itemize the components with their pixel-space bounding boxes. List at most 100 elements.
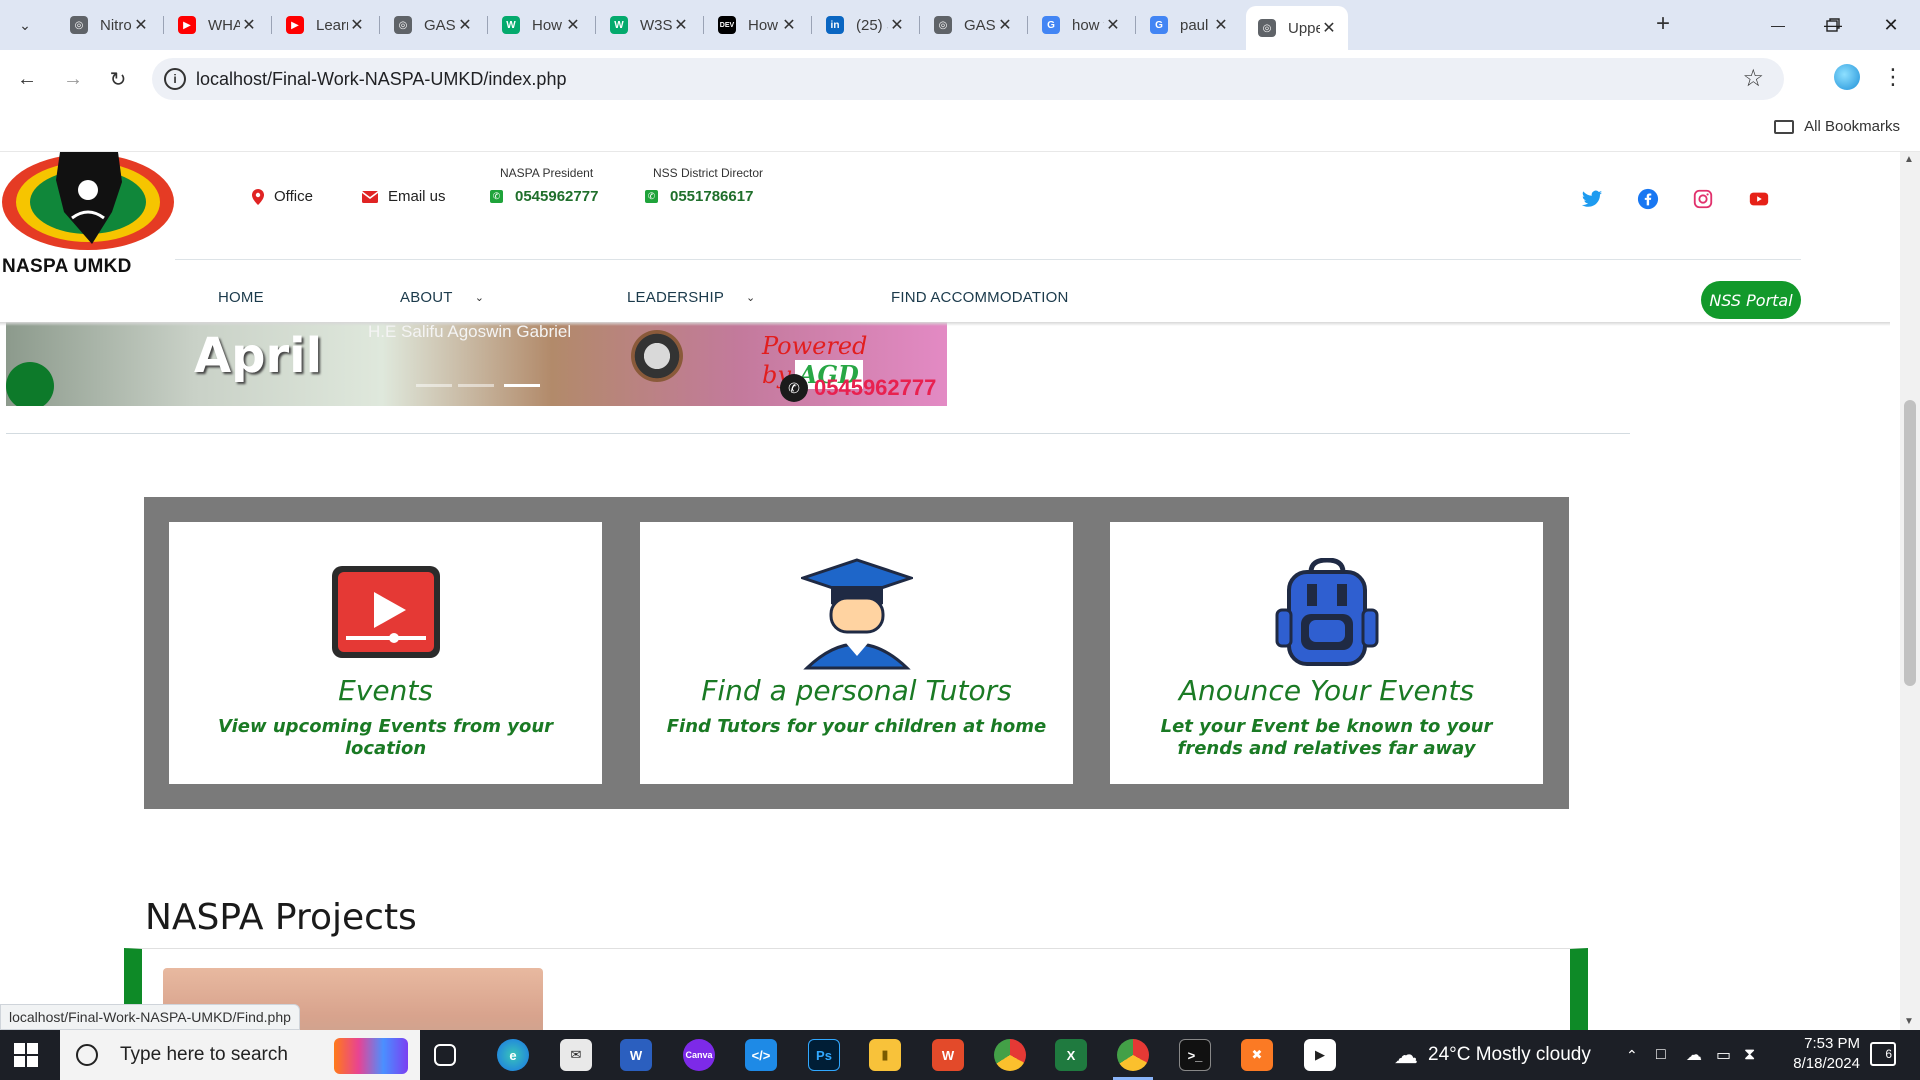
close-tab-icon[interactable]: ✕ bbox=[780, 15, 798, 35]
close-tab-icon[interactable]: ✕ bbox=[1320, 18, 1338, 38]
mail-icon bbox=[362, 190, 378, 203]
carousel-indicator-3[interactable] bbox=[504, 384, 540, 387]
address-url[interactable]: localhost/Final-Work-NASPA-UMKD/index.ph… bbox=[196, 69, 566, 90]
carousel-indicator-1[interactable] bbox=[416, 384, 452, 387]
twitter-icon[interactable] bbox=[1581, 188, 1603, 210]
browser-tab[interactable]: in (25) Sk✕ bbox=[814, 6, 916, 44]
close-tab-icon[interactable]: ✕ bbox=[564, 15, 582, 35]
events-card[interactable]: Events View upcoming Events from your lo… bbox=[169, 522, 602, 784]
clapper-icon[interactable]: ▶ bbox=[1304, 1039, 1336, 1071]
edge-icon[interactable]: e bbox=[497, 1039, 529, 1071]
vscode-icon[interactable]: </> bbox=[745, 1039, 777, 1071]
browser-tab[interactable]: ◎ GAS -✕ bbox=[922, 6, 1024, 44]
task-view-icon[interactable] bbox=[434, 1044, 456, 1066]
photoshop-icon[interactable]: Ps bbox=[808, 1039, 840, 1071]
browser-tab[interactable]: ◎ Upper✕ bbox=[1246, 6, 1348, 50]
browser-tab[interactable]: Ghow to✕ bbox=[1030, 6, 1132, 44]
director-phone-link[interactable]: ✆ 0551786617 bbox=[645, 188, 763, 205]
mail-app-icon[interactable]: ✉ bbox=[560, 1039, 592, 1071]
wifi-icon[interactable]: ⧗ bbox=[1744, 1030, 1755, 1080]
browser-tab-title: GAS - I bbox=[424, 16, 456, 34]
new-tab-button[interactable]: + bbox=[1650, 12, 1676, 38]
browser-tab[interactable]: ◎ GAS - I✕ bbox=[382, 6, 484, 44]
menu-leadership[interactable]: LEADERSHIP ⌄ bbox=[627, 289, 755, 306]
browser-tab-title: GAS - bbox=[964, 16, 996, 34]
browser-tab[interactable]: W W3Sch✕ bbox=[598, 6, 700, 44]
hero-carousel[interactable]: April H.E Salifu Agoswin Gabriel Powered… bbox=[6, 322, 947, 406]
word-icon[interactable]: W bbox=[620, 1039, 652, 1071]
carousel-indicator-2[interactable] bbox=[458, 384, 494, 387]
restore-button[interactable] bbox=[1806, 0, 1860, 50]
browser-tab[interactable]: ◎ Nitro -✕ bbox=[58, 6, 160, 44]
browser-tab[interactable]: Gpaul o✕ bbox=[1138, 6, 1240, 44]
close-tab-icon[interactable]: ✕ bbox=[1212, 15, 1230, 35]
close-tab-icon[interactable]: ✕ bbox=[456, 15, 474, 35]
chrome-icon[interactable] bbox=[1117, 1039, 1149, 1071]
tray-chevron-icon[interactable]: ⌃ bbox=[1626, 1030, 1638, 1080]
forward-button[interactable]: → bbox=[58, 64, 88, 94]
address-bar[interactable]: i localhost/Final-Work-NASPA-UMKD/index.… bbox=[152, 58, 1784, 100]
site-name[interactable]: NASPA UMKD bbox=[2, 256, 132, 278]
browser-tab[interactable]: DEV How to✕ bbox=[706, 6, 808, 44]
scroll-down-icon[interactable]: ▼ bbox=[1904, 1016, 1914, 1027]
site-info-icon[interactable]: i bbox=[164, 68, 186, 90]
browser-tab[interactable]: ▶ Learn E✕ bbox=[274, 6, 376, 44]
wps-office-icon[interactable]: W bbox=[932, 1039, 964, 1071]
email-link[interactable]: Email us bbox=[362, 188, 446, 205]
browser-menu-icon[interactable]: ⋮ bbox=[1882, 64, 1904, 90]
menu-home[interactable]: HOME bbox=[218, 289, 264, 306]
restore-icon bbox=[1826, 18, 1840, 32]
search-icon bbox=[76, 1044, 98, 1066]
scrollbar-thumb[interactable] bbox=[1904, 400, 1916, 686]
office-link[interactable]: Office bbox=[252, 188, 313, 205]
meet-now-icon[interactable]: □ bbox=[1656, 1030, 1666, 1080]
nss-portal-button[interactable]: NSS Portal bbox=[1701, 281, 1801, 319]
carousel-prev-button[interactable] bbox=[6, 362, 54, 406]
profile-avatar[interactable] bbox=[1834, 64, 1860, 90]
weather-widget[interactable]: ☁ 24°C Mostly cloudy bbox=[1394, 1030, 1591, 1080]
battery-icon[interactable]: ▭ bbox=[1716, 1030, 1731, 1080]
close-window-button[interactable]: ✕ bbox=[1864, 0, 1918, 50]
chrome-alt-icon[interactable] bbox=[994, 1039, 1026, 1071]
menu-find-accommodation[interactable]: FIND ACCOMMODATION bbox=[891, 289, 1068, 306]
all-bookmarks-button[interactable]: All Bookmarks bbox=[1774, 118, 1900, 135]
file-explorer-icon[interactable]: ▮ bbox=[869, 1039, 901, 1071]
xampp-icon[interactable]: ✖ bbox=[1241, 1039, 1273, 1071]
reload-button[interactable]: ↻ bbox=[103, 64, 133, 94]
close-tab-icon[interactable]: ✕ bbox=[996, 15, 1014, 35]
notifications-button[interactable]: 6 bbox=[1870, 1042, 1896, 1066]
page-scrollbar[interactable]: ▲ ▼ bbox=[1900, 152, 1920, 1030]
canva-icon[interactable]: Canva bbox=[683, 1039, 715, 1071]
banner-month: April bbox=[194, 328, 323, 384]
close-tab-icon[interactable]: ✕ bbox=[1104, 15, 1122, 35]
browser-tab[interactable]: W How To✕ bbox=[490, 6, 592, 44]
excel-icon[interactable]: X bbox=[1055, 1039, 1087, 1071]
president-phone-link[interactable]: ✆ 0545962777 bbox=[490, 188, 598, 205]
browser-tab-title: W3Sch bbox=[640, 16, 672, 34]
director-phone: 0551786617 bbox=[670, 188, 754, 205]
back-button[interactable]: ← bbox=[12, 64, 42, 94]
scroll-up-icon[interactable]: ▲ bbox=[1904, 154, 1914, 165]
onedrive-icon[interactable]: ☁ bbox=[1686, 1030, 1702, 1080]
close-tab-icon[interactable]: ✕ bbox=[348, 15, 366, 35]
minimize-button[interactable]: — bbox=[1751, 0, 1805, 50]
close-tab-icon[interactable]: ✕ bbox=[888, 15, 906, 35]
terminal-icon[interactable]: >_ bbox=[1179, 1039, 1211, 1071]
close-tab-icon[interactable]: ✕ bbox=[132, 15, 150, 35]
taskbar-search[interactable]: Type here to search bbox=[60, 1030, 420, 1080]
taskbar-clock[interactable]: 7:53 PM 8/18/2024 bbox=[1770, 1034, 1860, 1074]
windows-start-button[interactable] bbox=[14, 1043, 38, 1067]
browser-tab[interactable]: ▶ WHAT✕ bbox=[166, 6, 268, 44]
youtube-icon[interactable] bbox=[1748, 188, 1770, 210]
bookmark-star-icon[interactable]: ☆ bbox=[1742, 64, 1764, 93]
close-tab-icon[interactable]: ✕ bbox=[240, 15, 258, 35]
tab-separator bbox=[1027, 16, 1028, 34]
announce-card[interactable]: Anounce Your Events Let your Event be kn… bbox=[1110, 522, 1543, 784]
tutors-card[interactable]: Find a personal Tutors Find Tutors for y… bbox=[640, 522, 1073, 784]
tab-separator bbox=[919, 16, 920, 34]
facebook-icon[interactable] bbox=[1637, 188, 1659, 210]
instagram-icon[interactable] bbox=[1692, 188, 1714, 210]
tab-search-chevron-icon[interactable]: ⌄ bbox=[10, 10, 40, 40]
menu-about[interactable]: ABOUT ⌄ bbox=[400, 289, 484, 306]
close-tab-icon[interactable]: ✕ bbox=[672, 15, 690, 35]
